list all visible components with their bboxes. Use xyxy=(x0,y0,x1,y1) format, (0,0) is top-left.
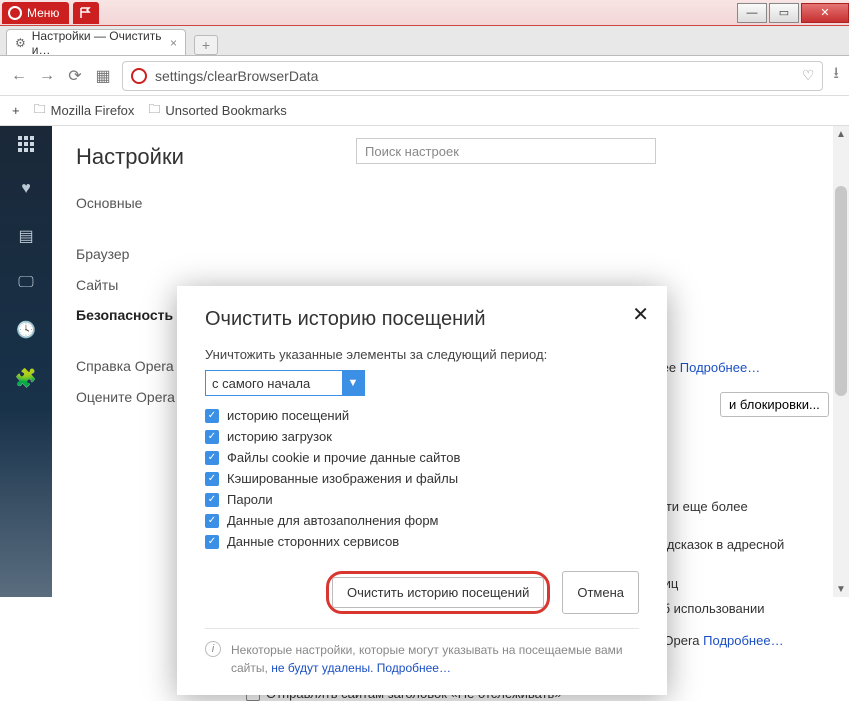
dialog-subtitle: Уничтожить указанные элементы за следующ… xyxy=(205,347,639,362)
opera-logo-icon xyxy=(8,6,22,20)
bookmark-folder[interactable]: 🗀Mozilla Firefox xyxy=(34,100,135,121)
checkbox-checked-icon: ✓ xyxy=(205,409,219,423)
chevron-down-icon: ▼ xyxy=(342,371,364,395)
start-page-button[interactable]: ▦ xyxy=(94,66,112,86)
forward-button[interactable]: → xyxy=(38,67,56,85)
address-bar[interactable]: settings/clearBrowserData ♡ xyxy=(122,61,823,91)
tab-close-icon[interactable]: × xyxy=(170,36,177,50)
extensions-icon[interactable]: 🧩 xyxy=(15,368,37,389)
dialog-footer: i Некоторые настройки, которые могут ука… xyxy=(205,628,639,677)
minimize-button[interactable]: — xyxy=(737,3,767,23)
checkbox-checked-icon: ✓ xyxy=(205,535,219,549)
close-button[interactable]: ✕ xyxy=(801,3,849,23)
speed-dial-icon[interactable] xyxy=(18,136,34,152)
nav-browser[interactable]: Браузер xyxy=(76,239,825,270)
app-menu-button[interactable]: Меню xyxy=(2,2,69,24)
nav-basic[interactable]: Основные xyxy=(76,188,825,219)
bookmark-heart-icon[interactable]: ♡ xyxy=(802,67,815,84)
bookmarks-bar: + 🗀Mozilla Firefox 🗀Unsorted Bookmarks xyxy=(0,96,849,126)
scrollbar[interactable]: ▲ ▼ xyxy=(833,126,849,597)
option-cached-images[interactable]: ✓Кэшированные изображения и файлы xyxy=(205,471,639,486)
block-exceptions-button[interactable]: и блокировки... xyxy=(720,392,829,417)
time-period-select[interactable]: с самого начала ▼ xyxy=(205,370,365,396)
checkbox-checked-icon: ✓ xyxy=(205,472,219,486)
bookmark-folder[interactable]: 🗀Unsorted Bookmarks xyxy=(148,100,286,121)
navigation-bar: ← → ⟳ ▦ settings/clearBrowserData ♡ ⭳ xyxy=(0,56,849,96)
news-icon[interactable]: ▤ xyxy=(18,226,33,246)
checkbox-checked-icon: ✓ xyxy=(205,514,219,528)
option-passwords[interactable]: ✓Пароли xyxy=(205,492,639,507)
browser-tab[interactable]: ⚙ Настройки — Очистить и… × xyxy=(6,29,186,55)
checkbox-checked-icon: ✓ xyxy=(205,451,219,465)
not-deleted-link[interactable]: не будут удалены. xyxy=(271,661,373,675)
settings-search-input[interactable]: Поиск настроек xyxy=(356,138,656,164)
tab-title: Настройки — Очистить и… xyxy=(32,29,162,57)
learn-more-link[interactable]: Подробнее… xyxy=(377,661,451,675)
option-third-party[interactable]: ✓Данные сторонних сервисов xyxy=(205,534,639,549)
dialog-title: Очистить историю посещений xyxy=(205,308,639,331)
option-cookies[interactable]: ✓Файлы cookie и прочие данные сайтов xyxy=(205,450,639,465)
vertical-sidebar: ♥ ▤ 🖵 🕓 🧩 xyxy=(0,126,52,597)
checkbox-list: ✓историю посещений ✓историю загрузок ✓Фа… xyxy=(205,408,639,549)
cancel-button[interactable]: Отмена xyxy=(562,571,639,614)
highlight-annotation: Очистить историю посещений xyxy=(326,571,550,614)
clear-history-dialog: ✕ Очистить историю посещений Уничтожить … xyxy=(177,286,667,695)
option-browsing-history[interactable]: ✓историю посещений xyxy=(205,408,639,423)
option-download-history[interactable]: ✓историю загрузок xyxy=(205,429,639,444)
address-text: settings/clearBrowserData xyxy=(155,68,318,84)
heart-icon[interactable]: ♥ xyxy=(21,180,31,198)
downloads-button[interactable]: ⭳ xyxy=(833,62,839,89)
scroll-thumb[interactable] xyxy=(835,186,847,396)
maximize-button[interactable]: ▭ xyxy=(769,3,799,23)
scroll-up-arrow[interactable]: ▲ xyxy=(833,126,849,142)
opera-badge-icon xyxy=(131,68,147,84)
menu-label: Меню xyxy=(27,6,59,20)
dialog-close-button[interactable]: ✕ xyxy=(632,302,649,327)
more-link[interactable]: Подробнее… xyxy=(680,360,760,375)
new-tab-button[interactable]: + xyxy=(194,35,218,55)
screen-icon[interactable]: 🖵 xyxy=(18,274,33,292)
window-titlebar: Меню — ▭ ✕ xyxy=(0,0,849,26)
info-icon: i xyxy=(205,641,221,657)
speed-dial-flag-button[interactable] xyxy=(73,2,99,24)
scroll-down-arrow[interactable]: ▼ xyxy=(833,581,849,597)
gear-icon: ⚙ xyxy=(15,36,26,50)
reload-button[interactable]: ⟳ xyxy=(66,66,84,86)
checkbox-checked-icon: ✓ xyxy=(205,430,219,444)
more-link[interactable]: Подробнее… xyxy=(703,633,783,648)
flag-icon xyxy=(80,7,92,19)
back-button[interactable]: ← xyxy=(10,67,28,85)
history-icon[interactable]: 🕓 xyxy=(16,320,36,340)
dialog-buttons: Очистить историю посещений Отмена xyxy=(205,571,639,614)
option-autofill[interactable]: ✓Данные для автозаполнения форм xyxy=(205,513,639,528)
tab-strip: ⚙ Настройки — Очистить и… × + xyxy=(0,26,849,56)
window-controls: — ▭ ✕ xyxy=(735,3,849,23)
clear-history-button[interactable]: Очистить историю посещений xyxy=(332,577,544,608)
folder-icon: 🗀 xyxy=(34,100,46,121)
content-area: ♥ ▤ 🖵 🕓 🧩 Настройки Поиск настроек Основ… xyxy=(0,126,849,597)
folder-icon: 🗀 xyxy=(148,100,160,121)
add-bookmark-button[interactable]: + xyxy=(12,103,20,118)
checkbox-checked-icon: ✓ xyxy=(205,493,219,507)
